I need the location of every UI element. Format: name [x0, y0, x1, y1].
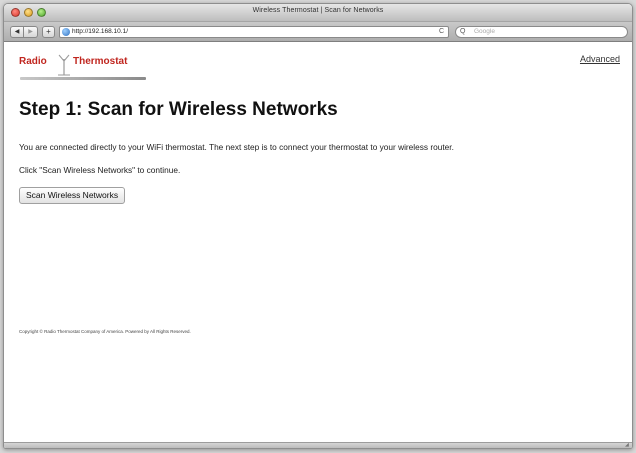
search-icon: Q	[460, 28, 466, 35]
scan-wireless-networks-button[interactable]: Scan Wireless Networks	[19, 187, 126, 204]
back-button[interactable]: ◀	[10, 26, 24, 38]
window-title: Wireless Thermostat | Scan for Networks	[252, 7, 384, 14]
browser-window: Wireless Thermostat | Scan for Networks …	[3, 3, 633, 449]
search-placeholder: Google	[474, 28, 495, 35]
forward-arrow-icon: ▶	[28, 29, 33, 35]
logo-word-radio: Radio	[19, 56, 47, 67]
browser-toolbar: ◀ ▶ + http://192.168.10.1/ C Q Google	[4, 22, 632, 42]
resize-grip-icon[interactable]: ◢	[625, 443, 630, 448]
search-input[interactable]: Q Google	[455, 26, 628, 38]
status-bar: ◢	[4, 442, 632, 448]
url-text: http://192.168.10.1/	[72, 28, 129, 35]
antenna-icon	[58, 54, 70, 76]
logo-word-thermostat: Thermostat	[73, 56, 128, 67]
forward-button[interactable]: ▶	[24, 26, 38, 38]
footer-copyright: Copyright © Radio Thermostat Company of …	[19, 329, 191, 334]
instruction-text: You are connected directly to your WiFi …	[19, 142, 454, 152]
globe-icon	[62, 28, 70, 36]
add-bookmark-button[interactable]: +	[42, 26, 55, 38]
address-bar[interactable]: http://192.168.10.1/ C	[59, 26, 449, 38]
advanced-link[interactable]: Advanced	[580, 54, 620, 64]
radio-thermostat-logo: Radio Thermostat	[19, 53, 149, 85]
plus-icon: +	[46, 27, 51, 36]
page-content: Radio Thermostat Advanced Step 1: Scan f…	[4, 43, 632, 448]
title-bar: Wireless Thermostat | Scan for Networks	[4, 4, 632, 22]
reload-icon[interactable]: C	[439, 27, 444, 37]
continue-instruction-text: Click "Scan Wireless Networks" to contin…	[19, 165, 181, 175]
logo-underline-bar	[20, 77, 146, 80]
page-title: Step 1: Scan for Wireless Networks	[19, 99, 338, 120]
back-arrow-icon: ◀	[14, 29, 20, 35]
